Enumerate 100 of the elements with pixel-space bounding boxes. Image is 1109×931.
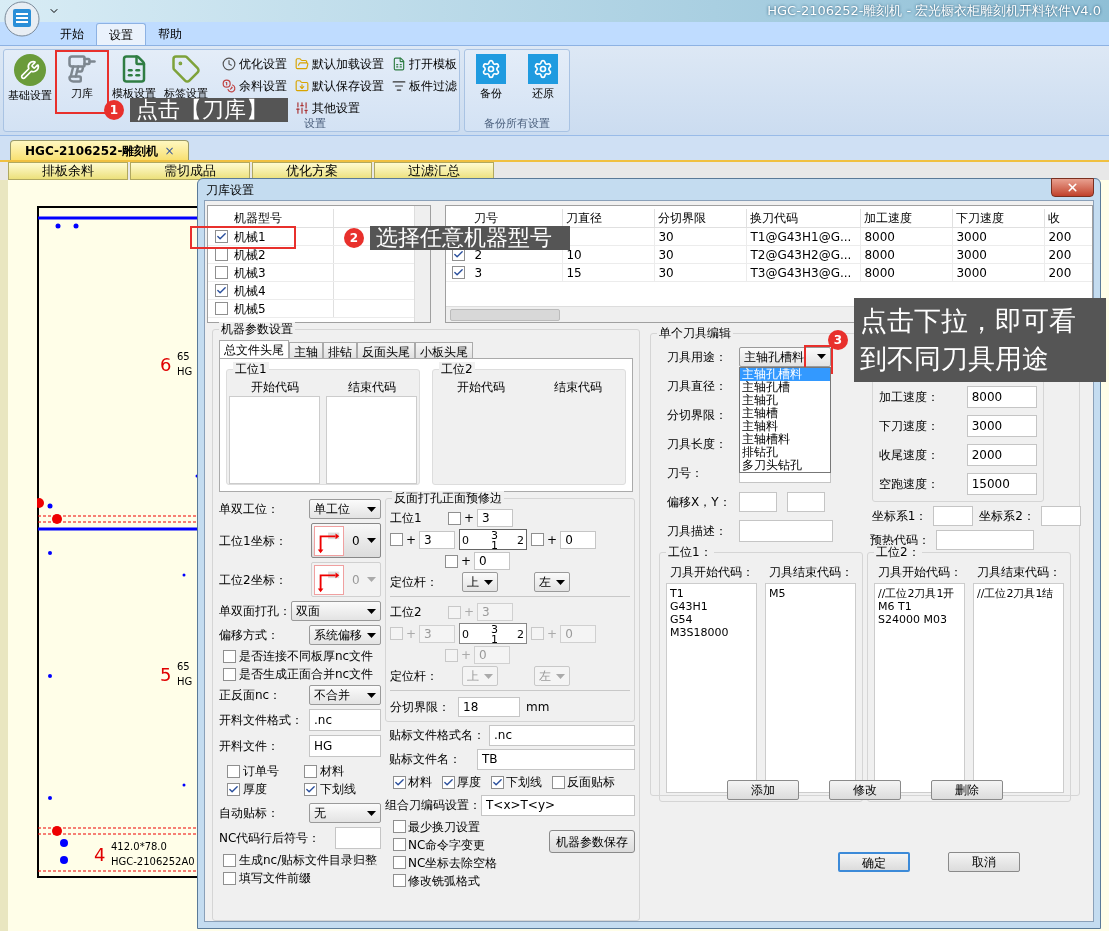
picker-value: 0 bbox=[352, 571, 361, 589]
plus-sign: + bbox=[464, 604, 475, 621]
table-cell: 30 bbox=[655, 264, 748, 281]
table-cell: T2@G43H2@G... bbox=[747, 246, 862, 263]
part-number: 4 bbox=[94, 845, 106, 865]
code-line: //工位2刀具1开 bbox=[878, 587, 956, 600]
column-header: 加工速度 bbox=[861, 209, 954, 227]
table-cell: 200 bbox=[1045, 246, 1092, 263]
column-header: 分切界限 bbox=[655, 209, 748, 227]
plus-sign: + bbox=[547, 531, 558, 549]
field-label: 偏移方式： bbox=[219, 627, 279, 644]
table-cell: 3000 bbox=[953, 228, 1046, 245]
field-label: 工位2坐标： bbox=[219, 571, 287, 589]
field-label: 贴标文件名： bbox=[389, 751, 461, 768]
field-label: 刀具描述： bbox=[667, 522, 728, 540]
table-cell: 30 bbox=[655, 246, 748, 263]
part-number: 5 bbox=[160, 665, 172, 685]
app-title: HGC-2106252-雕刻机 - 宏光橱衣柜雕刻机开料软件V4.0 bbox=[767, 2, 1101, 21]
field-label: 工位2 bbox=[390, 604, 423, 621]
code-line: //工位2刀具1结 bbox=[977, 587, 1055, 600]
hint-tooltip: 选择任意机器型号 bbox=[370, 226, 570, 250]
picker-value: 0 bbox=[352, 532, 361, 550]
side-diagram: 0 3 1 2 bbox=[459, 623, 528, 644]
group-title: 反面打孔正面预修边 bbox=[392, 491, 504, 505]
table-cell: 8000 bbox=[861, 228, 954, 245]
field-label: 分切界限： bbox=[390, 699, 451, 716]
code-line: T1 bbox=[670, 587, 685, 600]
field-label: 刀具结束代码： bbox=[768, 564, 854, 581]
group-label: 设置 bbox=[304, 118, 326, 130]
part-size: 65 bbox=[177, 661, 190, 673]
field-label: 自动贴标： bbox=[219, 805, 279, 822]
field-label: 刀具结束代码： bbox=[976, 564, 1062, 581]
code-line: M6 T1 bbox=[878, 600, 913, 613]
hint-tooltip: 点击【刀库】 bbox=[130, 98, 288, 122]
plus-sign: + bbox=[547, 625, 558, 643]
side-diagram: 0 3 1 2 bbox=[459, 529, 528, 550]
table-cell: 3000 bbox=[953, 246, 1046, 263]
part-code: HGC-2106252A0 bbox=[111, 856, 195, 868]
field-label: 是否连接不同板厚nc文件 bbox=[239, 648, 374, 665]
field-label: 空跑速度： bbox=[878, 476, 939, 493]
column-header: 下刀速度 bbox=[953, 209, 1046, 227]
group-title: 工位2 bbox=[439, 362, 475, 376]
column-header: 机器型号 bbox=[234, 209, 334, 227]
table-cell: 8000 bbox=[861, 246, 954, 263]
hint-tooltip: 点击下拉，即可看到不同刀具用途 bbox=[854, 298, 1106, 382]
field-label: 结束代码 bbox=[347, 379, 396, 396]
field-label: 坐标系2： bbox=[979, 508, 1035, 525]
part-code: HG bbox=[177, 676, 193, 688]
field-label: 分切界限： bbox=[667, 406, 728, 424]
table-cell: T3@G43H3@G... bbox=[747, 264, 862, 281]
field-label: 刀具用途： bbox=[667, 348, 728, 366]
field-label: 坐标系1： bbox=[871, 508, 928, 525]
plus-sign: + bbox=[461, 647, 472, 664]
table-cell: 200 bbox=[1045, 264, 1092, 281]
field-label: 厚度 bbox=[457, 774, 481, 791]
window-title: 刀库设置 bbox=[205, 181, 254, 199]
field-label: 开料文件格式： bbox=[219, 712, 303, 729]
table-cell: T1@G43H1@G... bbox=[747, 228, 862, 245]
field-label: 开始代码 bbox=[456, 379, 505, 396]
field-label: 是否生成正面合并nc文件 bbox=[239, 666, 374, 683]
group-title: 工位2： bbox=[874, 545, 922, 559]
field-label: 修改铣弧格式 bbox=[408, 872, 480, 890]
field-label: 刀具直径： bbox=[667, 377, 728, 395]
field-label: NC坐标去除空格 bbox=[408, 854, 498, 872]
field-label: 材料 bbox=[320, 763, 344, 780]
table-cell: 机械2 bbox=[234, 246, 334, 263]
field-label: 加工速度： bbox=[878, 389, 939, 406]
code-line: M3S18000 bbox=[670, 626, 730, 639]
field-label: 生成nc/贴标文件目录归整 bbox=[239, 852, 378, 869]
field-label: 贴标文件格式名： bbox=[389, 727, 485, 744]
column-header: 收 bbox=[1045, 209, 1092, 227]
field-label: 填写文件前缀 bbox=[239, 870, 311, 887]
field-label: NC命令字变更 bbox=[408, 836, 486, 854]
column-header: 换刀代码 bbox=[747, 209, 862, 227]
table-cell: 15 bbox=[563, 264, 656, 281]
table-cell: 3 bbox=[471, 264, 564, 281]
table-cell: 30 bbox=[655, 228, 748, 245]
field-label: 订单号 bbox=[243, 763, 279, 780]
part-size: 412.0*78.0 bbox=[111, 841, 167, 853]
field-label: 工位1 bbox=[390, 510, 423, 527]
part-code: HG bbox=[177, 366, 193, 378]
field-label: 工位1坐标： bbox=[219, 532, 287, 550]
field-label: 定位杆： bbox=[390, 668, 439, 685]
field-label: 结束代码 bbox=[553, 379, 602, 396]
plus-sign: + bbox=[406, 531, 417, 549]
field-label: 刀具开始代码： bbox=[669, 564, 755, 581]
table-cell: 3000 bbox=[953, 264, 1046, 281]
plus-sign: + bbox=[464, 510, 475, 527]
field-label: 开料文件： bbox=[219, 738, 279, 755]
field-label: 最少换刀设置 bbox=[408, 818, 480, 836]
group-title: 机器参数设置 bbox=[219, 322, 295, 336]
field-label: 开始代码 bbox=[250, 379, 299, 396]
field-label: 单双工位： bbox=[219, 501, 279, 518]
group-title: 工位1 bbox=[233, 362, 269, 376]
field-label: 组合刀编码设置： bbox=[385, 797, 481, 814]
code-line: G54 bbox=[670, 613, 694, 626]
field-label: 下划线 bbox=[506, 774, 542, 791]
field-label: 刀号： bbox=[667, 464, 704, 482]
code-line: M5 bbox=[769, 587, 787, 600]
table-cell: 机械5 bbox=[234, 300, 334, 317]
